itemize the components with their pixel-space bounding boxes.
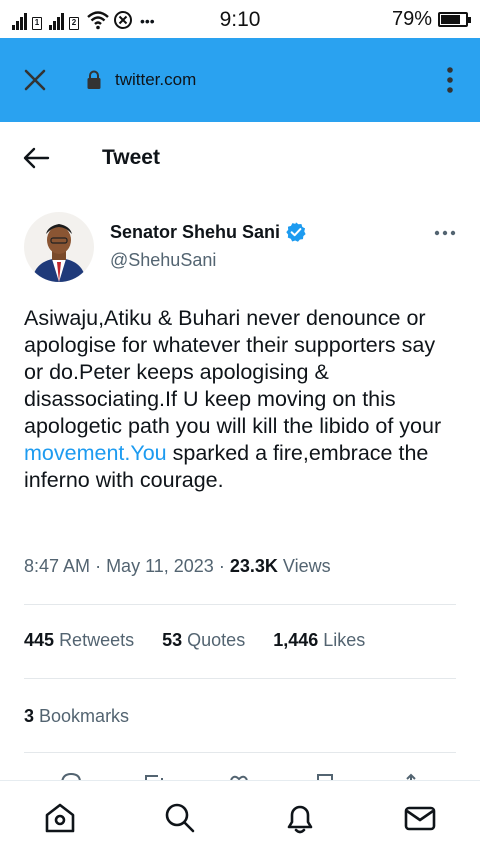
likes-count: 1,446 — [273, 630, 319, 650]
views-count: 23.3K — [229, 556, 278, 576]
lock-icon — [87, 70, 101, 89]
meta-separator: · — [218, 556, 230, 576]
author-name[interactable]: Senator Shehu Sani — [110, 221, 307, 243]
vertical-dots-icon[interactable] — [446, 66, 454, 94]
tweet-date[interactable]: May 11, 2023 — [106, 556, 214, 576]
home-icon[interactable] — [43, 801, 77, 835]
page-title: Tweet — [102, 146, 160, 169]
battery-percent: 79% — [391, 8, 432, 30]
tweet-text-part1: Asiwaju,Atiku & Buhari never denounce or… — [24, 306, 442, 438]
tweet-header: Tweet — [0, 122, 480, 194]
divider — [24, 752, 456, 753]
arrow-left-icon[interactable] — [22, 146, 50, 170]
likes-stat[interactable]: 1,446 Likes — [273, 630, 365, 651]
browser-toolbar: twitter.com — [0, 38, 480, 122]
status-bar: 1 2 ••• 9:10 79% — [0, 0, 480, 38]
author-handle[interactable]: @ShehuSani — [110, 250, 216, 271]
quotes-label: Quotes — [187, 630, 246, 650]
bookmarks-stat[interactable]: 3 Bookmarks — [24, 706, 129, 727]
avatar[interactable] — [24, 212, 94, 282]
bottom-nav — [0, 780, 480, 854]
bookmarks-count: 3 — [24, 706, 35, 726]
tweet-link[interactable]: movement.You — [24, 441, 167, 465]
retweets-stat[interactable]: 445 Retweets — [24, 630, 134, 651]
bookmarks-label: Bookmarks — [39, 706, 130, 726]
meta-separator: · — [95, 556, 107, 576]
likes-label: Likes — [323, 630, 366, 650]
verified-badge-icon — [286, 222, 306, 242]
battery-fill — [441, 15, 460, 24]
close-icon[interactable] — [22, 67, 48, 93]
tweet-time[interactable]: 8:47 AM — [24, 556, 90, 576]
divider — [24, 678, 456, 679]
envelope-icon[interactable] — [403, 801, 437, 835]
battery-icon — [438, 12, 471, 27]
tweet-text: Asiwaju,Atiku & Buhari never denounce or… — [24, 305, 460, 494]
horizontal-dots-icon[interactable] — [434, 230, 456, 236]
url-text[interactable]: twitter.com — [115, 70, 196, 90]
bell-icon[interactable] — [283, 801, 317, 835]
tweet-meta: 8:47 AM · May 11, 2023 · 23.3K Views — [24, 556, 331, 577]
battery-area: 79% — [391, 8, 471, 31]
retweets-label: Retweets — [59, 630, 135, 650]
quotes-count: 53 — [162, 630, 183, 650]
author-name-text[interactable]: Senator Shehu Sani — [110, 222, 280, 243]
views-label: Views — [282, 556, 331, 576]
tweet-stats: 445 Retweets 53 Quotes 1,446 Likes — [24, 630, 365, 651]
retweets-count: 445 — [24, 630, 55, 650]
quotes-stat[interactable]: 53 Quotes — [162, 630, 245, 651]
divider — [24, 604, 456, 605]
search-icon[interactable] — [163, 801, 197, 835]
